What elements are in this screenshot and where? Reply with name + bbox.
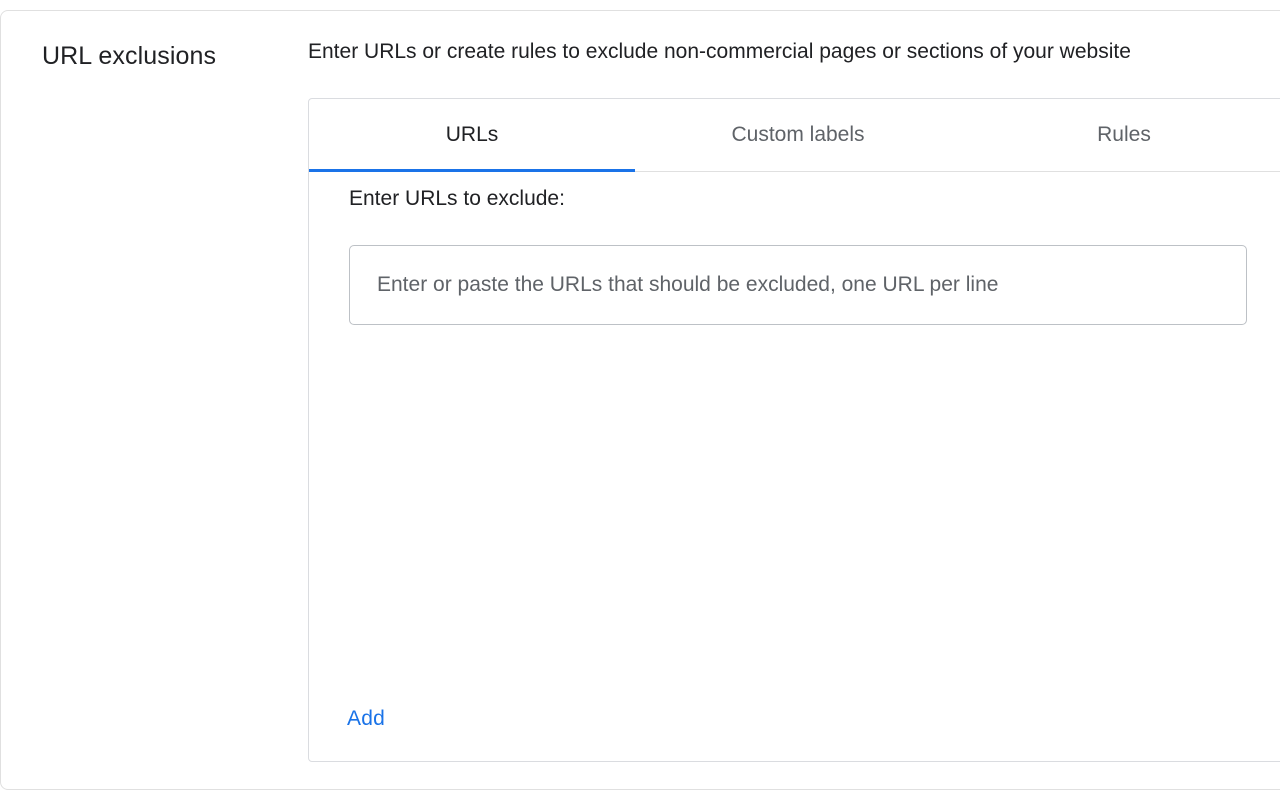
tab-bar: URLs Custom labels Rules [309,99,1280,172]
tab-urls[interactable]: URLs [309,99,635,172]
urls-input[interactable] [349,245,1247,325]
add-button[interactable]: Add [347,707,385,731]
section-title: URL exclusions [42,42,217,70]
exclusions-panel: URLs Custom labels Rules Enter URLs to e… [308,98,1280,762]
section-description: Enter URLs or create rules to exclude no… [308,40,1131,63]
tab-rules[interactable]: Rules [961,99,1280,171]
tab-custom-labels[interactable]: Custom labels [635,99,961,171]
urls-field-label: Enter URLs to exclude: [349,187,565,210]
